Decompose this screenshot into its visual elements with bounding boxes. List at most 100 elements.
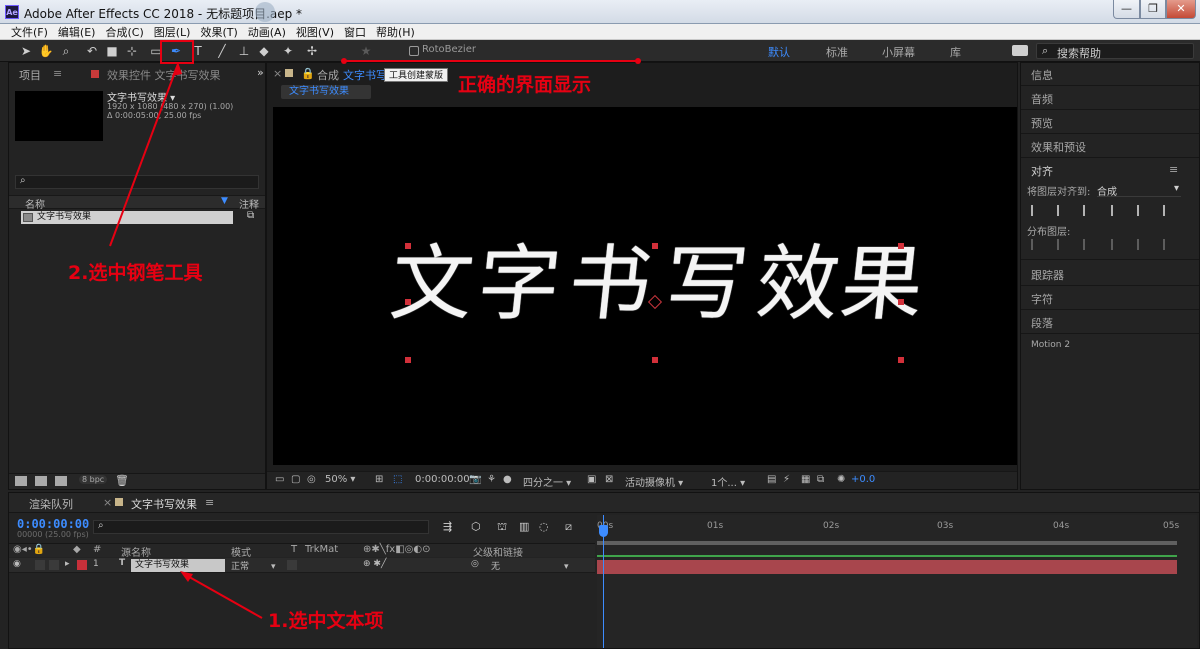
menu-animation[interactable]: 动画(A) xyxy=(248,24,286,40)
current-time[interactable]: 0:00:00:00 xyxy=(415,474,470,485)
preserve-transparency-checkbox[interactable] xyxy=(287,560,297,570)
workspace-standard[interactable]: 标准 xyxy=(826,44,848,60)
distribute-right-icon[interactable] xyxy=(1163,239,1175,250)
tab-timeline-comp[interactable]: 文字书写效果 xyxy=(131,496,197,512)
panel-info[interactable]: 信息 xyxy=(1031,67,1053,83)
align-right-icon[interactable] xyxy=(1083,205,1095,216)
panel-align-title[interactable]: 对齐 xyxy=(1031,163,1053,179)
brush-tool-icon[interactable]: ╱ xyxy=(214,43,230,59)
close-tab-icon[interactable]: × xyxy=(103,496,112,509)
label-color-swatch[interactable] xyxy=(77,560,87,570)
distribute-left-icon[interactable] xyxy=(1111,239,1123,250)
show-snapshot-icon[interactable]: ⚘ xyxy=(487,474,496,485)
exposure-icon[interactable]: ✺ xyxy=(837,474,845,485)
close-button[interactable]: ✕ xyxy=(1166,0,1196,19)
mask-visibility-icon[interactable]: ◎ xyxy=(307,474,316,485)
resolution-dropdown[interactable]: 四分之一 ▾ xyxy=(523,474,571,489)
align-vcenter-icon[interactable] xyxy=(1137,205,1149,216)
transparency-grid-icon[interactable]: ⬚ xyxy=(393,474,402,485)
expand-arrow-icon[interactable]: ▸ xyxy=(65,559,70,569)
rotate-tool-icon[interactable]: ↶ xyxy=(84,43,100,59)
distribute-vcenter-icon[interactable] xyxy=(1057,239,1069,250)
time-ruler[interactable]: 00s 01s 02s 03s 04s 05s xyxy=(597,515,1197,543)
new-folder-icon[interactable] xyxy=(35,476,47,486)
exposure-value[interactable]: +0.0 xyxy=(851,474,875,485)
tab-render-queue[interactable]: 渲染队列 xyxy=(29,496,73,512)
draft-3d-icon[interactable]: ⬡ xyxy=(471,520,481,533)
panel-paragraph[interactable]: 段落 xyxy=(1031,315,1053,331)
panel-audio[interactable]: 音频 xyxy=(1031,91,1053,107)
workspace-library[interactable]: 库 xyxy=(950,44,961,60)
timeline-icon[interactable]: ▦ xyxy=(801,474,810,485)
distribute-hcenter-icon[interactable] xyxy=(1137,239,1149,250)
flowchart-icon[interactable]: ⧉ xyxy=(817,474,824,485)
clone-stamp-tool-icon[interactable]: ⊥ xyxy=(236,43,252,59)
align-to-dropdown[interactable]: 合成 ▾ xyxy=(1097,183,1181,198)
column-parent[interactable]: 父级和链接 xyxy=(473,544,523,559)
rotobezier-checkbox[interactable] xyxy=(409,46,419,56)
pickwhip-icon[interactable]: ◎ xyxy=(471,559,479,569)
safe-zones-icon[interactable]: ▢ xyxy=(291,474,300,485)
column-name[interactable]: 名称 xyxy=(25,196,45,211)
frame-blending-icon[interactable]: ▥ xyxy=(519,520,529,533)
color-channels-icon[interactable]: ● xyxy=(503,474,512,485)
eraser-tool-icon[interactable]: ◆ xyxy=(256,43,272,59)
pixel-aspect-icon[interactable]: ▤ xyxy=(767,474,776,485)
panel-preview[interactable]: 预览 xyxy=(1031,115,1053,131)
column-mode[interactable]: 模式 xyxy=(231,544,251,559)
puppet-tool-icon[interactable]: ✢ xyxy=(304,43,320,59)
tab-project[interactable]: 项目 xyxy=(19,67,41,83)
maximize-button[interactable]: ❐ xyxy=(1140,0,1166,19)
bounding-box-handle[interactable] xyxy=(652,357,658,363)
bounding-box-handle[interactable] xyxy=(405,243,411,249)
layer-duration-bar[interactable] xyxy=(597,560,1177,574)
work-area-bar[interactable] xyxy=(597,541,1177,545)
blend-mode-dropdown[interactable]: 正常 ▾ xyxy=(231,559,276,572)
minimize-button[interactable]: — xyxy=(1113,0,1140,19)
layer-switches[interactable]: ⊕ ✱╱ xyxy=(363,559,386,569)
camera-tool-icon[interactable]: ■ xyxy=(104,43,120,59)
bounding-box-handle[interactable] xyxy=(898,299,904,305)
bounding-box-handle[interactable] xyxy=(898,243,904,249)
workspace-small-screen[interactable]: 小屏幕 xyxy=(882,44,915,60)
keyboard-icon[interactable] xyxy=(1012,45,1028,56)
panel-character[interactable]: 字符 xyxy=(1031,291,1053,307)
trash-icon[interactable]: 🗑 xyxy=(115,474,129,487)
visibility-eye-icon[interactable]: ◉ xyxy=(13,559,21,569)
new-composition-icon[interactable] xyxy=(55,476,67,486)
anchor-point-icon[interactable] xyxy=(647,294,663,310)
bounding-box-handle[interactable] xyxy=(405,357,411,363)
region-of-interest-icon[interactable]: ▣ xyxy=(587,474,596,485)
menu-edit[interactable]: 编辑(E) xyxy=(58,24,96,40)
menu-help[interactable]: 帮助(H) xyxy=(376,24,415,40)
selection-tool-icon[interactable]: ➤ xyxy=(18,43,34,59)
menu-file[interactable]: 文件(F) xyxy=(11,24,48,40)
toggle-transparency-icon[interactable]: ⊠ xyxy=(605,474,613,485)
hide-shy-layers-icon[interactable]: ⛫ xyxy=(497,520,507,535)
column-comment[interactable]: 注释 xyxy=(239,196,259,211)
fast-preview-icon[interactable]: ⚡ xyxy=(783,474,790,485)
zoom-dropdown[interactable]: 50% ▾ xyxy=(325,474,355,485)
parent-dropdown[interactable]: 无 ▾ xyxy=(491,559,569,572)
bounding-box-handle[interactable] xyxy=(405,299,411,305)
bounding-box-handle[interactable] xyxy=(898,357,904,363)
panel-menu-icon[interactable]: ≡ xyxy=(1169,163,1178,176)
menu-icon[interactable]: ≡ xyxy=(53,67,62,80)
pan-behind-tool-icon[interactable]: ⊹ xyxy=(124,43,140,59)
timeline-timecode[interactable]: 0:00:00:00 xyxy=(17,517,89,531)
flowchart-icon[interactable]: ⧉ xyxy=(247,210,254,221)
current-time-indicator-head[interactable] xyxy=(599,525,608,537)
preview-icon[interactable]: ▭ xyxy=(275,474,284,485)
hand-tool-icon[interactable]: ✋ xyxy=(38,43,54,59)
timeline-tracks[interactable]: 00s 01s 02s 03s 04s 05s xyxy=(597,515,1197,648)
menu-effect[interactable]: 效果(T) xyxy=(200,24,237,40)
distribute-top-icon[interactable] xyxy=(1031,239,1043,250)
menu-window[interactable]: 窗口 xyxy=(344,24,366,40)
panel-overflow-icon[interactable]: » xyxy=(257,66,264,79)
lock-icon[interactable]: 🔒 xyxy=(301,67,315,80)
comp-subtab[interactable]: 文字书写效果 xyxy=(281,85,371,99)
help-search-input[interactable]: ⌕ 搜索帮助 xyxy=(1036,43,1194,60)
graph-editor-icon[interactable]: ⧄ xyxy=(565,520,572,534)
solo-toggle[interactable] xyxy=(49,560,59,570)
composition-viewer[interactable]: 文 字 书 写 效 果 xyxy=(273,107,1017,465)
